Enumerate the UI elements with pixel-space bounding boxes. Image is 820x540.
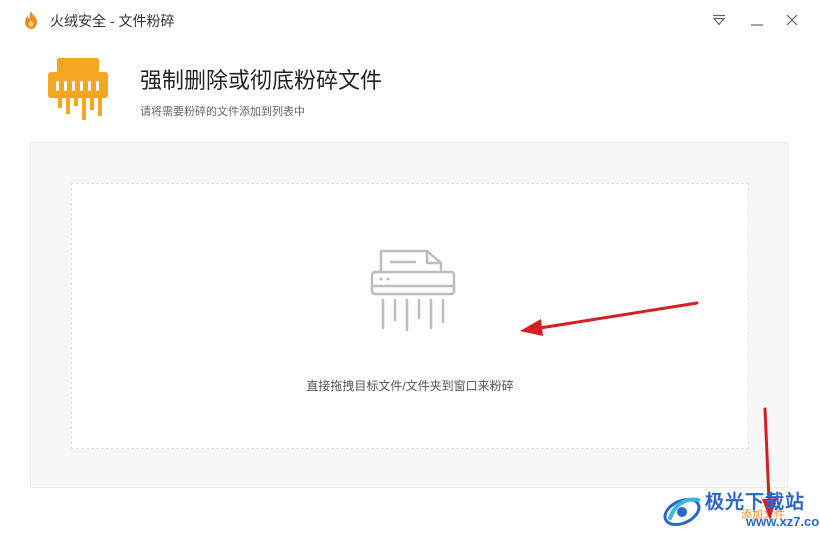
close-icon bbox=[786, 14, 798, 26]
watermark: 极光下载站 www.xz7.com bbox=[660, 484, 820, 536]
title-bar: 火绒安全 - 文件粉碎 bbox=[0, 0, 820, 40]
drop-zone[interactable]: 直接拖拽目标文件/文件夹到窗口来粉碎 bbox=[71, 183, 749, 449]
menu-icon bbox=[712, 14, 726, 26]
window-title: 火绒安全 - 文件粉碎 bbox=[50, 13, 175, 29]
shredder-icon bbox=[48, 58, 108, 120]
menu-button[interactable] bbox=[706, 8, 732, 32]
page-subtitle: 请将需要粉碎的文件添加到列表中 bbox=[140, 106, 305, 118]
huorong-logo-icon bbox=[25, 11, 37, 29]
watermark-logo-icon bbox=[663, 497, 701, 527]
file-list-area: 直接拖拽目标文件/文件夹到窗口来粉碎 bbox=[30, 142, 788, 488]
watermark-url: www.xz7.com bbox=[746, 514, 820, 529]
page-title: 强制删除或彻底粉碎文件 bbox=[140, 68, 383, 93]
minimize-icon bbox=[751, 24, 763, 26]
shredder-outline-icon bbox=[370, 249, 456, 332]
minimize-button[interactable] bbox=[744, 8, 770, 32]
drop-hint: 直接拖拽目标文件/文件夹到窗口来粉碎 bbox=[306, 379, 514, 393]
watermark-name: 极光下载站 bbox=[705, 492, 806, 513]
close-button[interactable] bbox=[779, 8, 805, 32]
